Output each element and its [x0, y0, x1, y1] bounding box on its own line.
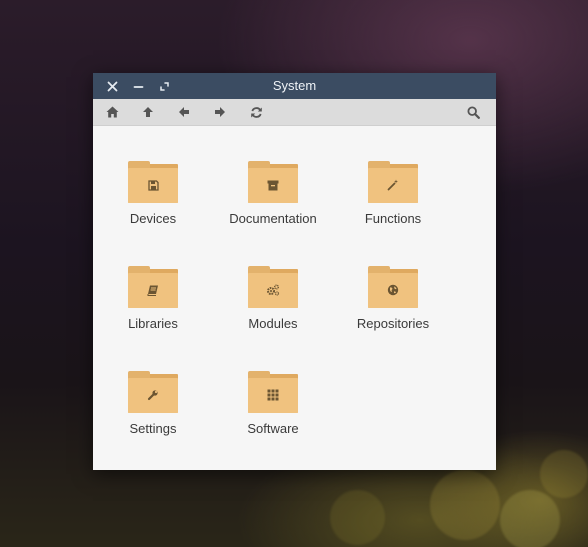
arrow-left-icon[interactable] [176, 104, 192, 120]
home-icon[interactable] [104, 104, 120, 120]
folder-icon [248, 161, 298, 203]
refresh-icon[interactable] [248, 104, 264, 120]
folder-icon [128, 161, 178, 203]
folder-item-settings[interactable]: Settings [98, 371, 208, 461]
wallpaper-bokeh [540, 450, 588, 498]
folder-item-modules[interactable]: Modules [218, 266, 328, 356]
wrench-icon [145, 387, 161, 403]
folder-icon [368, 161, 418, 203]
folder-label: Settings [129, 421, 177, 436]
folder-icon [248, 371, 298, 413]
gears-icon [265, 282, 281, 298]
folder-label: Repositories [356, 316, 430, 331]
folder-label: Modules [248, 316, 298, 331]
magic-wand-icon [385, 177, 401, 193]
floppy-disk-icon [145, 177, 161, 193]
folder-item-devices[interactable]: Devices [98, 161, 208, 251]
folder-item-functions[interactable]: Functions [338, 161, 448, 251]
folder-icon [368, 266, 418, 308]
search-icon[interactable] [465, 104, 481, 120]
folder-label: Devices [129, 211, 177, 226]
folder-icon [128, 266, 178, 308]
arrow-right-icon[interactable] [212, 104, 228, 120]
archive-box-icon [265, 177, 281, 193]
folder-icon [248, 266, 298, 308]
wallpaper-bokeh [430, 470, 500, 540]
folder-label: Libraries [128, 316, 178, 331]
wallpaper-bokeh [500, 490, 560, 547]
arrow-up-icon[interactable] [140, 104, 156, 120]
folder-item-software[interactable]: Software [218, 371, 328, 461]
grid-icon [265, 387, 281, 403]
titlebar[interactable]: System [93, 73, 496, 99]
folder-item-documentation[interactable]: Documentation [218, 161, 328, 251]
folder-item-libraries[interactable]: Libraries [98, 266, 208, 356]
book-icon [145, 282, 161, 298]
folder-label: Software [247, 421, 299, 436]
wallpaper-bokeh [330, 490, 385, 545]
folder-icon [128, 371, 178, 413]
window-title: System [272, 78, 317, 93]
file-manager-window: System Devices Documentation Functions L… [93, 73, 496, 470]
folder-label: Documentation [229, 211, 317, 226]
folder-label: Functions [364, 211, 422, 226]
globe-icon [385, 282, 401, 298]
folder-item-repositories[interactable]: Repositories [338, 266, 448, 356]
toolbar [93, 99, 496, 126]
